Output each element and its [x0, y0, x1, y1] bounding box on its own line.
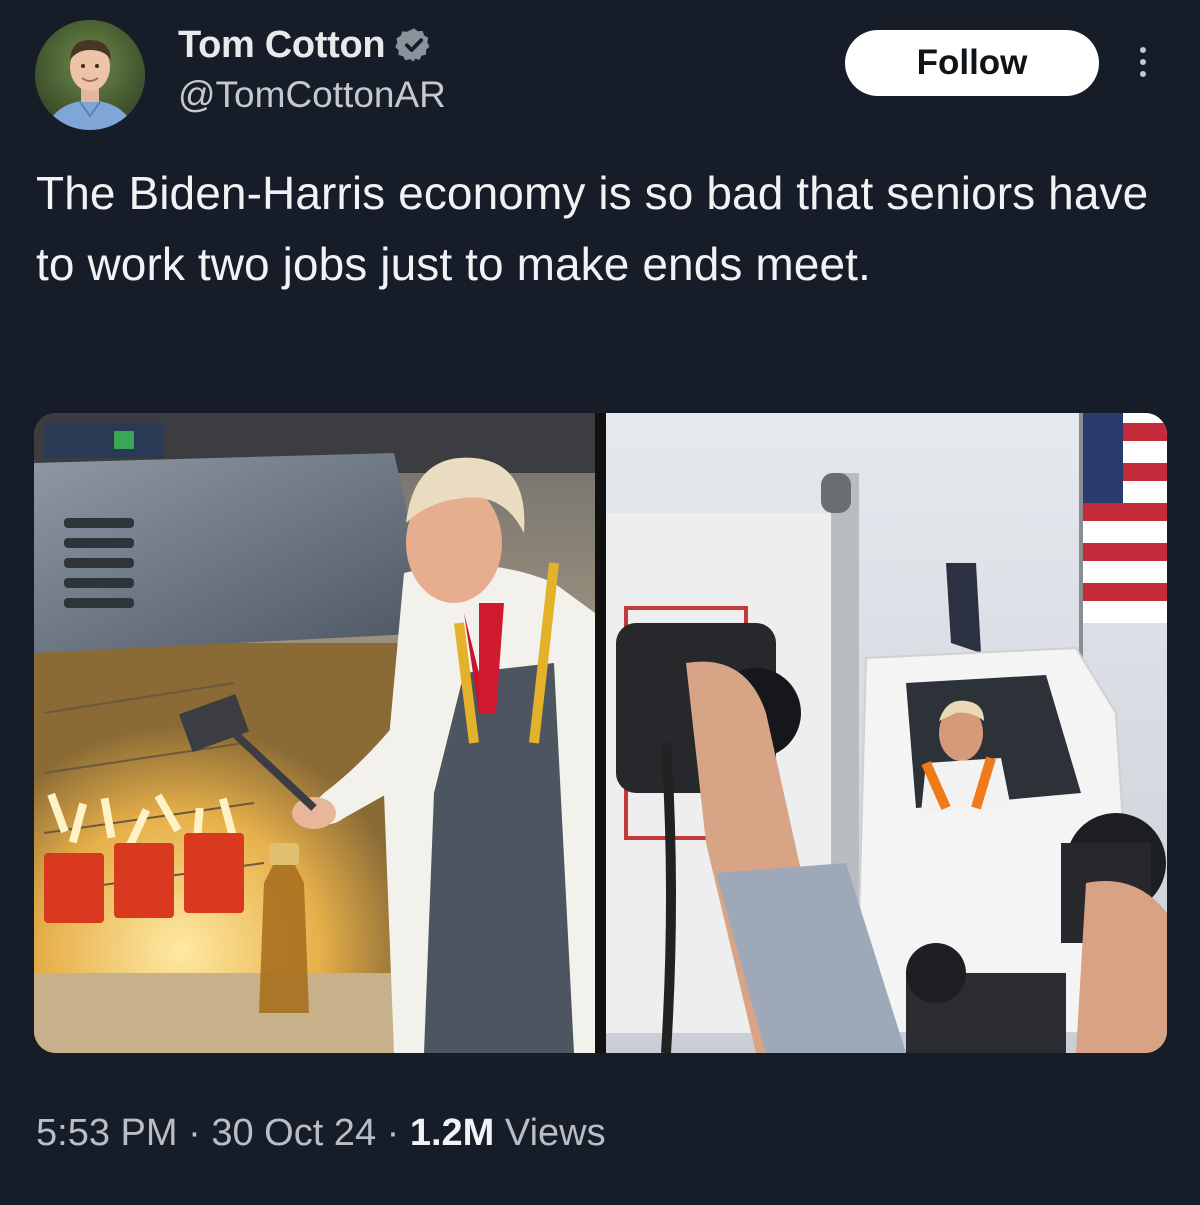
views-label: Views: [504, 1112, 606, 1154]
follow-button[interactable]: Follow: [845, 30, 1099, 96]
author-info: Tom Cotton @TomCottonAR: [178, 22, 446, 116]
tweet-media[interactable]: [34, 413, 1167, 1053]
photo-garbage-truck[interactable]: [606, 413, 1167, 1053]
more-vertical-icon[interactable]: [1125, 40, 1161, 84]
tweet-time[interactable]: 5:53 PM: [36, 1112, 178, 1154]
views-count: 1.2M: [409, 1112, 495, 1154]
author-avatar[interactable]: [35, 20, 145, 130]
meta-separator: ·: [188, 1112, 201, 1154]
author-handle[interactable]: @TomCottonAR: [178, 74, 446, 116]
photo-fast-food-fryer[interactable]: [34, 413, 595, 1053]
tweet-meta: 5:53 PM · 30 Oct 24 · 1.2M Views: [36, 1112, 606, 1155]
author-name[interactable]: Tom Cotton: [178, 24, 386, 67]
tweet-text: The Biden-Harris economy is so bad that …: [36, 167, 1149, 290]
tweet-card: Tom Cotton @TomCottonAR Follow The Biden…: [0, 0, 1200, 1205]
meta-separator: ·: [386, 1112, 400, 1154]
avatar-image: [35, 20, 145, 130]
author-name-row: Tom Cotton: [178, 22, 446, 68]
verified-badge-icon: [395, 28, 430, 62]
tweet-date[interactable]: 30 Oct 24: [211, 1112, 376, 1154]
